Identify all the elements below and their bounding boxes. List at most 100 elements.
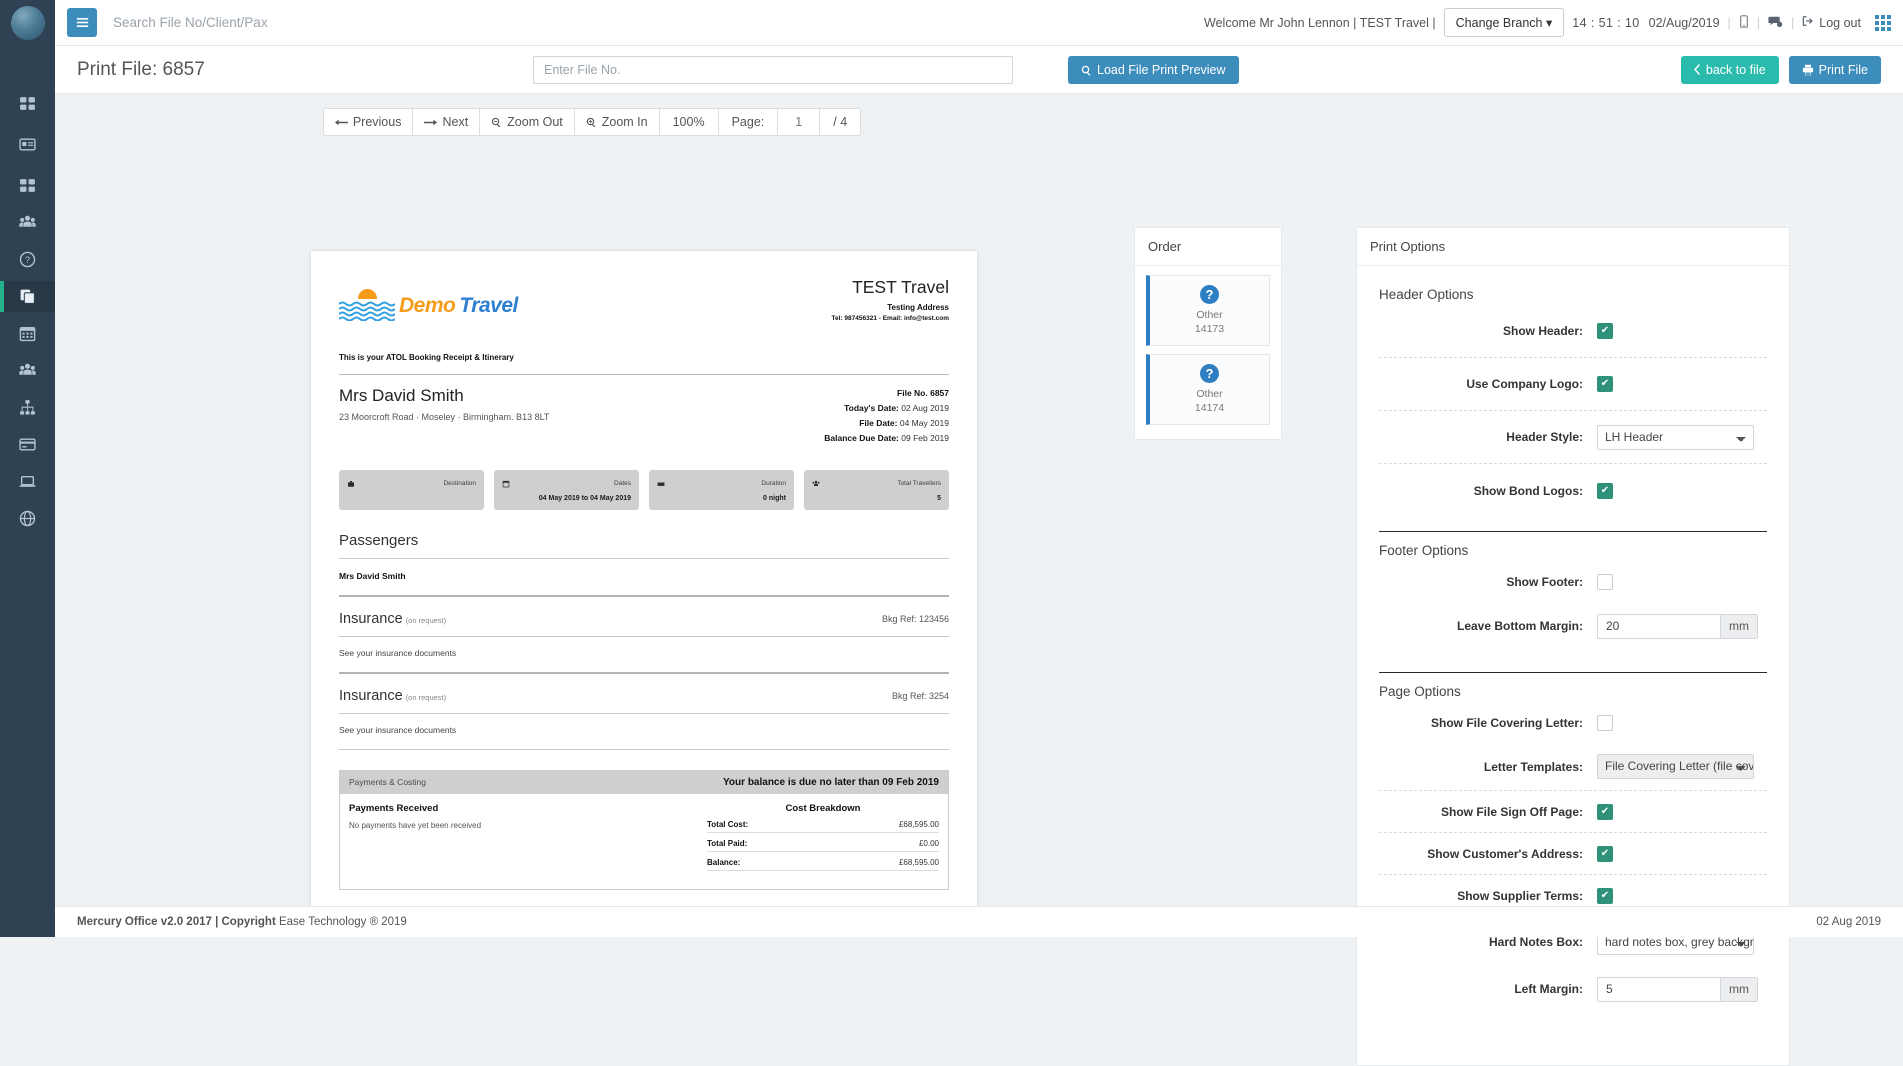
checkbox-show-supplier-terms[interactable] [1597,887,1613,904]
change-branch-button[interactable]: Change Branch ▾ [1443,8,1565,37]
document-preview-page[interactable]: Demo Travel TEST Travel Testing Address … [311,251,977,906]
stat-label: Duration [761,479,786,487]
info-value-0: 02 Aug 2019 [901,402,949,413]
payments-body: Payments Received No payments have yet b… [340,794,948,889]
input-leave-bottom-margin[interactable] [1597,613,1720,639]
app-logo [0,0,55,46]
main-content: Previous Next Zoom Out Zoom In 100% Page… [55,94,1903,1066]
search-input[interactable] [111,14,441,31]
page-number-input[interactable] [778,109,821,135]
chat-icon[interactable] [1768,15,1783,31]
sidebar-item-reports[interactable] [0,466,55,497]
grid-apps-icon[interactable] [1875,13,1895,33]
page-footer: Mercury Office v2.0 2017 | Copyright Eas… [55,906,1903,937]
previous-page-button[interactable]: Previous [323,109,414,135]
payments-header: Payments & Costing Your balance is due n… [340,770,948,794]
file-no-label: File No. 6857 [897,388,949,398]
top-navigation-bar: Welcome Mr John Lennon | TEST Travel | C… [0,0,1903,46]
stat-dates: Dates 04 May 2019 to 04 May 2019 [494,469,639,510]
magnifier-minus-icon [491,117,501,127]
atol-line: This is your ATOL Booking Receipt & Itin… [339,353,514,362]
bed-icon [657,476,665,491]
users-icon [19,363,36,375]
sidebar-item-groups[interactable] [0,355,55,386]
cost-breakdown-block: Cost Breakdown Total Cost: £68,595.00 Tot… [707,803,939,871]
sidebar-item-modules[interactable] [0,170,55,201]
checkbox-use-company-logo[interactable] [1597,376,1613,392]
payments-received-text: No payments have yet been received [349,820,482,830]
passenger-name: Mrs David Smith [339,570,406,581]
waves-icon [339,301,395,321]
back-to-file-label: back to file [1705,62,1766,77]
select-letter-templates[interactable]: File Covering Letter (file covering [1597,754,1754,779]
sidebar-item-contacts[interactable] [0,129,55,160]
id-card-icon [19,138,36,151]
payments-header-right: Your balance is due no later than 09 Feb… [723,776,939,788]
sitemap-icon [20,400,35,415]
checkbox-show-footer[interactable] [1597,573,1613,590]
label-show-customers-address: Show Customer's Address: [1427,846,1583,861]
input-left-margin[interactable] [1597,976,1720,1002]
order-id: 14173 [1194,323,1225,335]
footer-date: 02 Aug 2019 [1816,916,1881,928]
topbar-right-group: Welcome Mr John Lennon | TEST Travel | C… [1204,8,1903,37]
select-header-style[interactable]: LH Header [1597,424,1754,450]
logout-link[interactable]: Log out [1819,16,1861,30]
cost-row: Total Paid: £0.00 [707,833,939,852]
checkbox-show-customers-address[interactable] [1597,845,1613,862]
insurance-title: Insurance [339,687,403,704]
back-to-file-button[interactable]: back to file [1680,55,1779,84]
users-icon [19,215,36,227]
page-header-actions: back to file Print File [1680,55,1881,84]
label-show-supplier-terms: Show Supplier Terms: [1457,888,1583,903]
divider [339,712,949,714]
cost-value: £0.00 [918,838,939,848]
page-total-label: / 4 [833,115,848,129]
company-address: Testing Address [887,303,949,312]
checkbox-show-file-covering-letter[interactable] [1597,714,1613,731]
checkbox-show-file-sign-off-page[interactable] [1597,803,1613,820]
sidebar-item-payments[interactable] [0,429,55,460]
stat-value: 04 May 2019 to 04 May 2019 [538,494,631,502]
stat-travellers: Total Travellers 5 [804,469,949,510]
payments-received-block: Payments Received No payments have yet b… [349,803,707,871]
label-show-file-sign-off-page: Show File Sign Off Page: [1440,804,1583,819]
checkbox-show-header[interactable] [1597,323,1613,339]
unit-mm: mm [1720,613,1758,639]
zoom-in-label: Zoom In [601,115,648,129]
checkbox-show-bond-logos[interactable] [1597,482,1613,499]
label-use-company-logo: Use Company Logo: [1466,377,1583,391]
next-page-button[interactable]: Next [413,109,481,135]
logout-icon[interactable] [1802,15,1814,30]
info-value-2: 09 Feb 2019 [901,432,949,443]
label-left-margin: Left Margin: [1514,982,1583,996]
sidebar-item-enquiries[interactable]: ? [0,244,55,275]
print-options-body: Header Options Show Header: Use Company … [1357,266,1789,1011]
cost-breakdown-title: Cost Breakdown [785,802,861,814]
sidebar-item-web[interactable] [0,503,55,534]
load-file-print-preview-button[interactable]: Load File Print Preview [1068,56,1239,84]
divider [339,374,949,375]
payments-header-left: Payments & Costing [349,777,427,787]
menu-toggle-button[interactable] [67,8,97,37]
sidebar-item-files[interactable] [0,281,55,312]
order-card[interactable]: ? Other 14173 [1146,275,1270,346]
customer-address: 23 Moorcroft Road · Moseley · Birmingham… [339,412,550,422]
file-no-input[interactable] [533,56,1013,84]
mobile-icon[interactable] [1739,14,1749,31]
chevron-left-icon [1693,64,1700,75]
divider [339,594,949,597]
row-header-style: Header Style: LH Header [1379,411,1767,464]
globe-icon [19,510,36,527]
sidebar-item-dashboard[interactable] [0,88,55,119]
sidebar-item-clients[interactable] [0,207,55,238]
footer-copyright: Mercury Office v2.0 2017 | Copyright Eas… [77,916,407,928]
cost-value: £68,595.00 [898,819,939,829]
sidebar-item-calendar[interactable] [0,318,55,349]
zoom-in-button[interactable]: Zoom In [574,109,660,135]
order-card[interactable]: ? Other 14174 [1146,354,1270,425]
zoom-out-button[interactable]: Zoom Out [480,109,575,135]
divider [339,748,949,750]
print-file-button[interactable]: Print File [1788,55,1881,84]
sidebar-item-suppliers[interactable] [0,392,55,423]
